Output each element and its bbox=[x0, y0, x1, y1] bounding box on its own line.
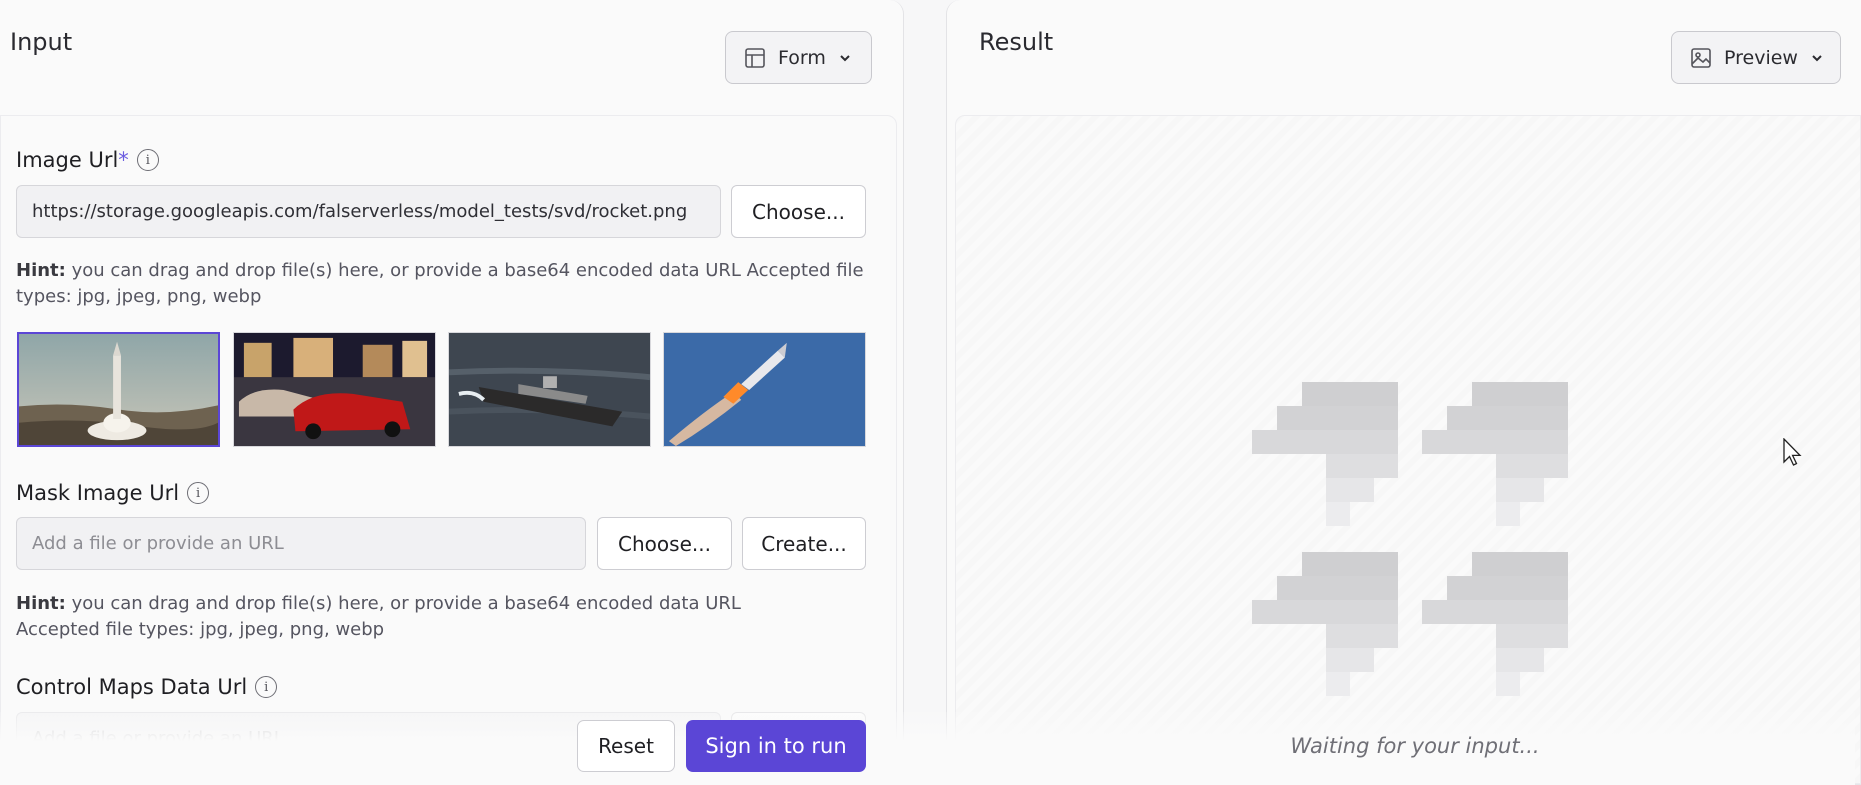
image-url-choose-button[interactable]: Choose... bbox=[731, 185, 866, 238]
preview-mode-label: Preview bbox=[1724, 46, 1798, 69]
required-mark: * bbox=[118, 148, 129, 172]
form-mode-button[interactable]: Form bbox=[725, 31, 872, 84]
mask-image-choose-button[interactable]: Choose... bbox=[597, 517, 732, 570]
image-url-label-text: Image Url bbox=[16, 148, 119, 172]
mask-image-url-label: Mask Image Url i bbox=[16, 481, 210, 505]
form-mode-label: Form bbox=[778, 46, 826, 69]
chevron-down-icon bbox=[840, 54, 850, 61]
control-maps-label: Control Maps Data Url i bbox=[16, 675, 278, 699]
result-placeholder-icon bbox=[1252, 382, 1568, 700]
layout-icon bbox=[745, 47, 765, 68]
mouse-cursor-icon bbox=[1783, 438, 1802, 466]
result-panel-title: Result bbox=[979, 28, 1054, 56]
image-url-label: Image Url * i bbox=[16, 148, 159, 172]
info-icon[interactable]: i bbox=[187, 482, 210, 504]
image-url-hint: Hint: you can drag and drop file(s) here… bbox=[16, 258, 876, 310]
hint-text: you can drag and drop file(s) here, or p… bbox=[65, 593, 741, 614]
example-image-ship[interactable] bbox=[448, 332, 651, 447]
mask-hint-line-1: Hint: you can drag and drop file(s) here… bbox=[16, 591, 876, 617]
mask-image-url-hint: Hint: you can drag and drop file(s) here… bbox=[16, 591, 876, 643]
mask-image-url-input[interactable] bbox=[16, 517, 586, 570]
sign-in-to-run-button[interactable]: Sign in to run bbox=[686, 720, 866, 772]
example-image-rocket-sky[interactable] bbox=[663, 332, 866, 447]
hint-text: you can drag and drop file(s) here, or p… bbox=[16, 260, 864, 307]
hint-bold: Hint: bbox=[16, 593, 66, 614]
info-icon[interactable]: i bbox=[136, 149, 159, 171]
example-image-rocket-launch[interactable] bbox=[17, 332, 220, 447]
waiting-message: Waiting for your input... bbox=[1290, 734, 1540, 758]
mask-image-create-button[interactable]: Create... bbox=[742, 517, 866, 570]
input-panel-title: Input bbox=[10, 28, 73, 56]
image-url-input[interactable] bbox=[16, 185, 721, 238]
preview-mode-button[interactable]: Preview bbox=[1671, 31, 1841, 84]
image-icon bbox=[1691, 47, 1711, 68]
hint-bold: Hint: bbox=[16, 260, 66, 281]
reset-button[interactable]: Reset bbox=[577, 720, 675, 772]
example-image-cars[interactable] bbox=[233, 332, 436, 447]
chevron-down-icon bbox=[1812, 54, 1822, 61]
mask-image-url-label-text: Mask Image Url bbox=[16, 481, 180, 505]
mask-hint-line-2: Accepted file types: jpg, jpeg, png, web… bbox=[16, 619, 385, 640]
info-icon[interactable]: i bbox=[255, 676, 278, 698]
control-maps-label-text: Control Maps Data Url bbox=[16, 675, 248, 699]
